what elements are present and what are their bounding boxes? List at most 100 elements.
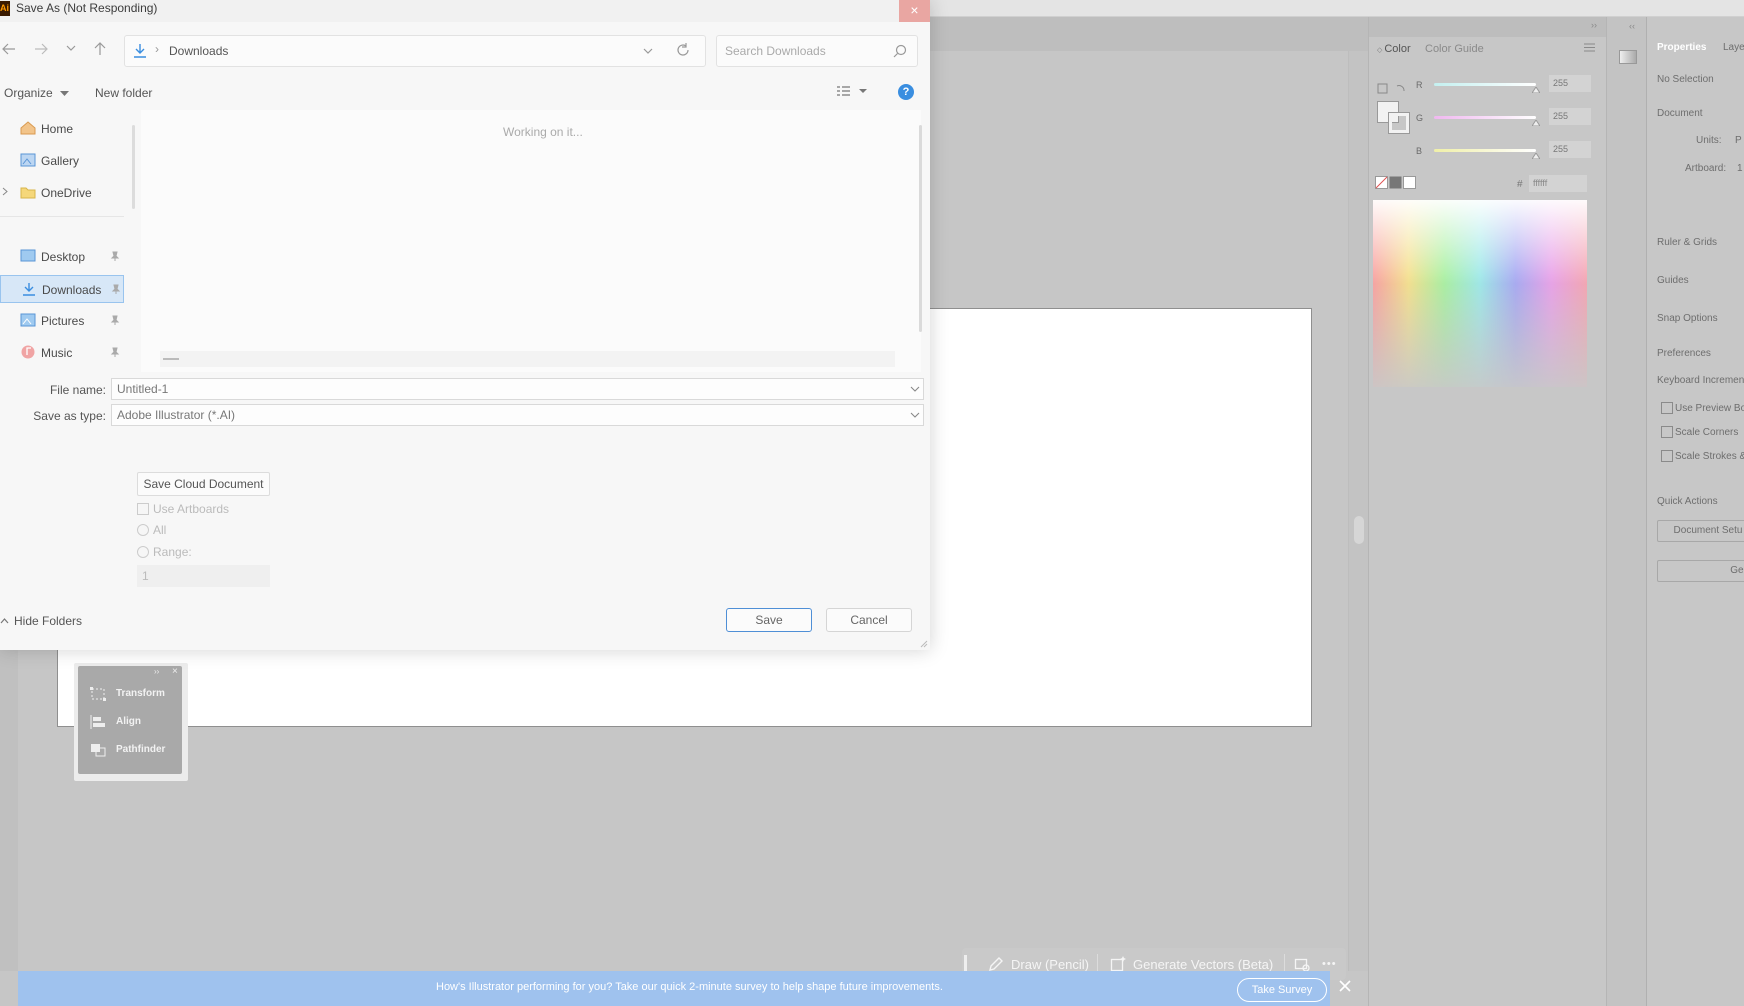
search-icon[interactable] — [893, 44, 907, 58]
address-dropdown-icon[interactable] — [643, 48, 653, 55]
all-label: All — [153, 523, 167, 537]
nav-item-pictures[interactable]: Pictures — [0, 307, 124, 335]
slider-track[interactable] — [1434, 116, 1536, 119]
color-spectrum[interactable] — [1373, 200, 1587, 387]
dialog-title-bar[interactable]: Ai Save As (Not Responding) × — [0, 0, 930, 22]
breadcrumb-downloads[interactable]: Downloads — [169, 44, 228, 58]
slider-track[interactable] — [1434, 149, 1536, 152]
canvas-scroll-thumb[interactable] — [1354, 516, 1364, 544]
scale-strokes-checkbox[interactable] — [1661, 450, 1673, 462]
file-list-vertical-scrollbar[interactable] — [919, 125, 922, 332]
pin-icon[interactable] — [110, 347, 120, 357]
new-folder-button[interactable]: New folder — [95, 86, 152, 100]
address-bar[interactable]: › Downloads — [124, 35, 706, 67]
nav-item-downloads[interactable]: Downloads — [0, 275, 124, 303]
search-box[interactable]: Search Downloads — [716, 35, 918, 67]
tab-properties[interactable]: Properties — [1657, 42, 1706, 53]
take-survey-button[interactable]: Take Survey — [1237, 978, 1327, 1002]
none-swatch-icon[interactable] — [1375, 176, 1417, 190]
pin-icon[interactable] — [110, 315, 120, 325]
slider-blue[interactable]: B 255 — [1416, 141, 1591, 169]
resize-grip-icon[interactable] — [918, 638, 928, 648]
use-preview-bounds-checkbox[interactable] — [1661, 402, 1673, 414]
use-artboards-option[interactable]: Use Artboards — [137, 502, 229, 516]
chevron-up-icon — [0, 618, 9, 624]
channel-value-field[interactable]: 255 — [1549, 75, 1591, 92]
save-button[interactable]: Save — [726, 608, 812, 632]
stroke-swatch[interactable] — [1388, 112, 1410, 134]
panel-menu-icon[interactable] — [1584, 43, 1595, 52]
nav-item-home[interactable]: Home — [0, 115, 124, 143]
generate-button[interactable]: Gener — [1657, 560, 1744, 582]
range-input[interactable]: 1 — [137, 565, 270, 587]
transform-item[interactable]: Transform — [90, 684, 165, 704]
units-select[interactable]: P — [1735, 135, 1742, 146]
help-icon[interactable]: ? — [898, 84, 914, 100]
close-icon[interactable]: × — [172, 666, 178, 677]
back-arrow-icon[interactable] — [2, 43, 16, 55]
survey-banner: How's Illustrator performing for you? Ta… — [18, 971, 1351, 1006]
recent-locations-chevron-icon[interactable] — [66, 45, 76, 52]
forward-arrow-icon[interactable] — [34, 43, 48, 55]
view-options-icon[interactable] — [837, 85, 869, 97]
all-option[interactable]: All — [137, 523, 166, 537]
tab-layers[interactable]: Layers — [1723, 42, 1744, 53]
document-setup-button[interactable]: Document Setu — [1657, 520, 1744, 542]
expand-chevron-icon[interactable] — [2, 187, 8, 196]
slider-thumb-icon[interactable] — [1532, 120, 1540, 126]
close-icon[interactable] — [1338, 979, 1352, 993]
slider-green[interactable]: G 255 — [1416, 108, 1591, 136]
channel-value-field[interactable]: 255 — [1549, 108, 1591, 125]
nav-item-desktop[interactable]: Desktop — [0, 243, 124, 271]
slider-thumb-icon[interactable] — [1532, 87, 1540, 93]
nav-item-music[interactable]: Music — [0, 339, 124, 367]
nav-label: Downloads — [42, 283, 102, 297]
save-cloud-document-button[interactable]: Save Cloud Document — [137, 472, 270, 496]
tab-color[interactable]: ◇ Color — [1377, 43, 1411, 55]
collapse-icon[interactable]: ›› — [154, 667, 159, 676]
swap-fill-stroke-icon[interactable] — [1377, 83, 1407, 97]
close-button[interactable]: × — [899, 0, 930, 22]
artboard-field[interactable]: 1 — [1737, 163, 1743, 174]
refresh-icon[interactable] — [676, 43, 690, 57]
folder-icon — [20, 185, 36, 199]
pathfinder-item[interactable]: Pathfinder — [90, 740, 165, 760]
pin-icon[interactable] — [111, 284, 121, 294]
scale-corners-label: Scale Corners — [1675, 427, 1739, 438]
save-as-type-select[interactable]: Adobe Illustrator (*.AI) — [111, 404, 924, 426]
chevron-down-icon[interactable] — [910, 405, 920, 425]
scroll-thumb[interactable] — [163, 358, 179, 360]
nav-label: Music — [41, 346, 73, 360]
nav-item-onedrive[interactable]: OneDrive — [0, 179, 124, 207]
file-list-horizontal-scrollbar[interactable] — [160, 351, 895, 367]
slider-thumb-icon[interactable] — [1532, 153, 1540, 159]
tab-color-guide[interactable]: Color Guide — [1425, 43, 1484, 55]
canvas-vertical-scrollbar[interactable] — [1348, 51, 1369, 971]
chevron-down-icon[interactable] — [910, 379, 920, 399]
hex-input[interactable]: ffffff — [1529, 175, 1587, 192]
use-artboards-checkbox[interactable] — [137, 503, 149, 515]
up-arrow-icon[interactable] — [94, 42, 106, 56]
organize-menu[interactable]: Organize — [4, 86, 70, 100]
slider-red[interactable]: R 255 — [1416, 75, 1591, 103]
all-radio[interactable] — [137, 524, 149, 536]
collapse-icon[interactable]: ‹‹ — [1629, 21, 1635, 31]
pathfinder-icon — [91, 744, 106, 757]
collapse-icon[interactable]: ›› — [1591, 20, 1597, 30]
nav-scrollbar[interactable] — [132, 125, 135, 209]
range-option[interactable]: Range: — [137, 545, 192, 559]
nav-item-gallery[interactable]: Gallery — [0, 147, 124, 175]
slider-track[interactable] — [1434, 83, 1536, 86]
file-name-value: Untitled-1 — [117, 382, 169, 396]
range-radio[interactable] — [137, 546, 149, 558]
scale-corners-checkbox[interactable] — [1661, 426, 1673, 438]
pin-icon[interactable] — [110, 251, 120, 261]
file-list[interactable] — [141, 110, 921, 372]
hide-folders-toggle[interactable]: Hide Folders — [0, 614, 82, 628]
channel-value-field[interactable]: 255 — [1549, 141, 1591, 158]
cancel-button[interactable]: Cancel — [826, 608, 912, 632]
gradient-panel-icon[interactable] — [1619, 50, 1637, 64]
align-item[interactable]: Align — [90, 712, 141, 732]
preferences-heading: Preferences — [1657, 348, 1711, 359]
file-name-input[interactable]: Untitled-1 — [111, 378, 924, 400]
